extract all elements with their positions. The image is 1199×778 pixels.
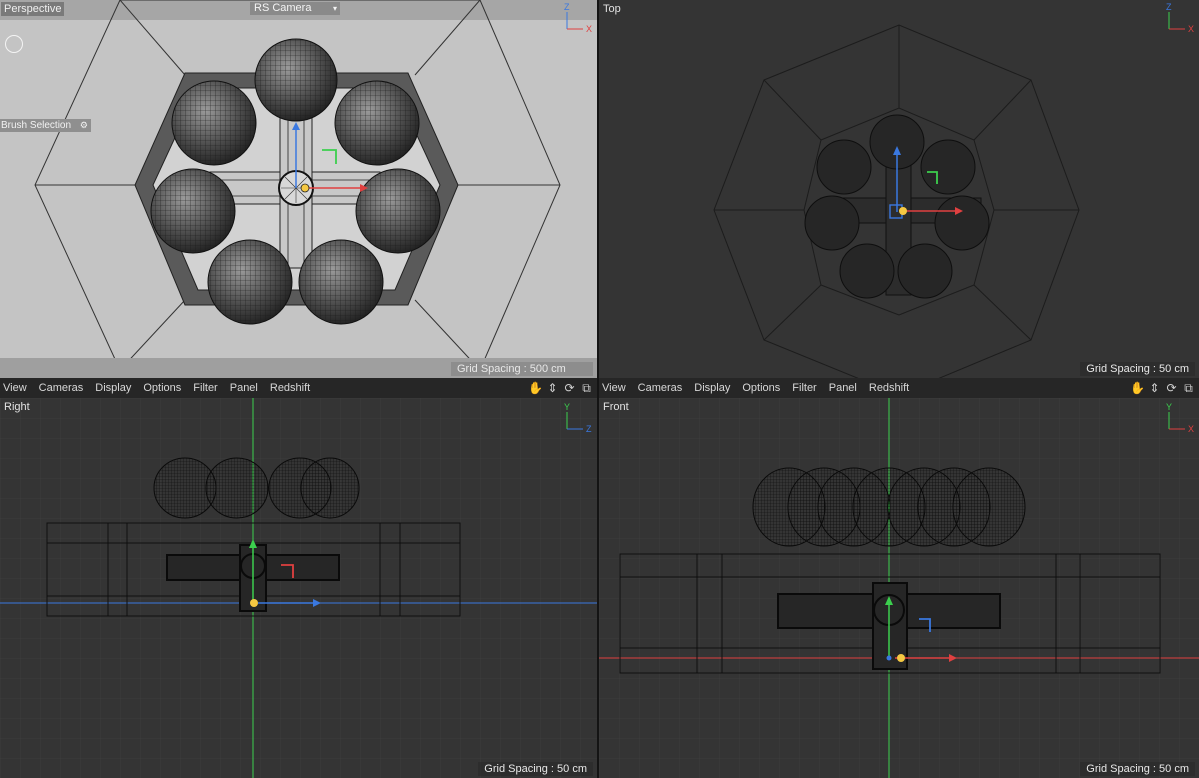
rotate-icon[interactable]: ⟳ bbox=[563, 381, 576, 395]
brush-selection-tag[interactable]: Brush Selection ⚙ bbox=[0, 119, 91, 132]
menu-panel[interactable]: Panel bbox=[224, 382, 264, 394]
maximize-icon[interactable]: ⧉ bbox=[580, 381, 593, 395]
menu-cameras[interactable]: Cameras bbox=[33, 382, 90, 394]
menu-redshift[interactable]: Redshift bbox=[264, 382, 316, 394]
viewport-title: Right bbox=[4, 401, 30, 413]
menu-options[interactable]: Options bbox=[137, 382, 187, 394]
menu-panel[interactable]: Panel bbox=[823, 382, 863, 394]
menu-redshift[interactable]: Redshift bbox=[863, 382, 915, 394]
menu-view[interactable]: View bbox=[599, 382, 632, 394]
grid-spacing-label: Grid Spacing : 50 cm bbox=[478, 762, 593, 776]
axis-label-z: Z bbox=[1166, 2, 1172, 12]
axis-label-z: Z bbox=[564, 2, 570, 12]
axis-label-x: X bbox=[1188, 24, 1194, 34]
top-scene: Z X bbox=[713, 2, 1194, 378]
move-icon[interactable]: ⇕ bbox=[1148, 381, 1161, 395]
viewport-title: Top bbox=[603, 3, 621, 15]
grid-spacing-label: Grid Spacing : 50 cm bbox=[1080, 362, 1195, 376]
axis-label-y: Y bbox=[564, 402, 570, 412]
axis-label-x: X bbox=[586, 24, 592, 34]
maximize-icon[interactable]: ⧉ bbox=[1182, 381, 1195, 395]
hand-icon[interactable]: ✋ bbox=[528, 381, 543, 395]
camera-dropdown[interactable]: RS Camera ▾ bbox=[250, 2, 340, 15]
viewport-perspective[interactable]: Z X Perspective RS Camera ▾ Brush Select… bbox=[0, 0, 597, 378]
menu-view[interactable]: View bbox=[0, 382, 33, 394]
gear-icon[interactable]: ⚙ bbox=[80, 119, 88, 132]
brush-selection-label: Brush Selection bbox=[1, 120, 72, 131]
menu-display[interactable]: Display bbox=[688, 382, 736, 394]
menu-options[interactable]: Options bbox=[736, 382, 786, 394]
viewport-menubar-right: View Cameras Display Options Filter Pane… bbox=[599, 378, 1199, 398]
perspective-scene: Z X bbox=[0, 0, 597, 378]
dropdown-arrow-icon: ▾ bbox=[332, 4, 337, 13]
axis-label-y: Y bbox=[1166, 402, 1172, 412]
grid-spacing-label: Grid Spacing : 50 cm bbox=[1080, 762, 1195, 776]
viewport-top[interactable]: Z X Top Grid Spacing : 50 cm bbox=[599, 0, 1199, 378]
axis-label-x: X bbox=[1188, 424, 1194, 434]
rotate-icon[interactable]: ⟳ bbox=[1165, 381, 1178, 395]
viewport-title: Front bbox=[603, 401, 629, 413]
selection-circle-icon[interactable] bbox=[5, 35, 23, 53]
viewport-right[interactable]: Y Z Right Grid Spacing : 50 cm bbox=[0, 398, 597, 778]
camera-dropdown-label: RS Camera bbox=[254, 2, 312, 14]
menu-filter[interactable]: Filter bbox=[786, 382, 822, 394]
move-icon[interactable]: ⇕ bbox=[546, 381, 559, 395]
axis-label-z: Z bbox=[586, 424, 592, 434]
menu-filter[interactable]: Filter bbox=[187, 382, 223, 394]
viewport-menubar-left: View Cameras Display Options Filter Pane… bbox=[0, 378, 597, 398]
menu-cameras[interactable]: Cameras bbox=[632, 382, 689, 394]
hand-icon[interactable]: ✋ bbox=[1130, 381, 1145, 395]
viewport-divider[interactable] bbox=[597, 0, 599, 778]
viewport-front[interactable]: Y X Front Grid Spacing : 50 cm bbox=[599, 398, 1199, 778]
menu-display[interactable]: Display bbox=[89, 382, 137, 394]
right-scene: Y Z bbox=[0, 398, 597, 778]
viewport-title: Perspective bbox=[1, 2, 65, 16]
front-scene: Y X bbox=[599, 398, 1199, 778]
grid-spacing-label: Grid Spacing : 500 cm bbox=[451, 362, 593, 376]
